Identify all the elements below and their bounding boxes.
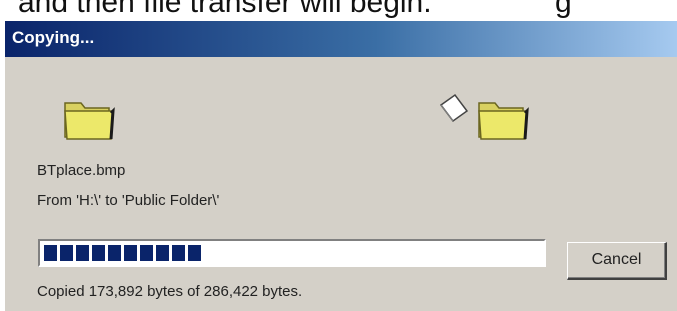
copy-status-text: Copied 173,892 bytes of 286,422 bytes. xyxy=(37,283,303,300)
source-folder-icon xyxy=(61,95,117,143)
document-icon xyxy=(437,91,471,130)
copying-dialog: Copying... BTplace.bmp From 'H:\' to 'Pu… xyxy=(4,20,677,311)
dialog-title: Copying... xyxy=(12,28,95,47)
title-bar[interactable]: Copying... xyxy=(5,21,677,57)
copy-progress-bar xyxy=(38,239,546,267)
cancel-button[interactable]: Cancel xyxy=(567,242,667,280)
file-name-label: BTplace.bmp xyxy=(37,162,126,179)
destination-folder-icon xyxy=(475,95,531,143)
background-document-text-tail: g xyxy=(555,0,572,19)
progress-fill xyxy=(44,245,204,261)
background-document-text: and then file transfer will begin. xyxy=(18,0,432,19)
source-destination-label: From 'H:\' to 'Public Folder\' xyxy=(37,192,220,209)
